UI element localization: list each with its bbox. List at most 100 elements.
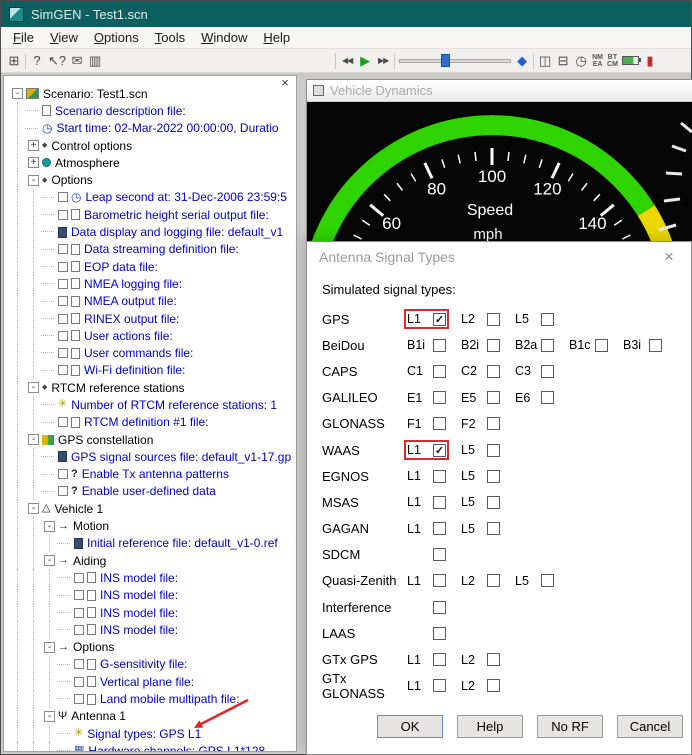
menu-tools[interactable]: Tools xyxy=(147,28,193,47)
clock-icon[interactable]: ◷ xyxy=(574,53,588,69)
rewind-icon[interactable]: ◀◀ xyxy=(340,56,354,65)
tree-item-label[interactable]: EOP data file: xyxy=(84,260,158,274)
tree-expander[interactable]: - xyxy=(28,434,39,445)
tree-item[interactable]: -→Options xyxy=(4,639,296,656)
tree-item-label[interactable]: Number of RTCM reference stations: 1 xyxy=(71,398,277,412)
tree-item[interactable]: INS model file: xyxy=(4,621,296,638)
signal-checkbox[interactable] xyxy=(487,313,500,326)
tree-item[interactable]: Data display and logging file: default_v… xyxy=(4,223,296,240)
tree-item-label[interactable]: Vertical plane file: xyxy=(100,675,194,689)
menu-options[interactable]: Options xyxy=(86,28,147,47)
signal-checkbox[interactable] xyxy=(487,391,500,404)
tree-checkbox[interactable] xyxy=(58,365,68,375)
signal-checkbox[interactable] xyxy=(487,365,500,378)
help-icon[interactable]: ? xyxy=(30,53,44,68)
tree-checkbox[interactable] xyxy=(58,244,68,254)
status-icon[interactable]: ▮ xyxy=(643,53,657,69)
tree-item-label[interactable]: Leap second at: 31-Dec-2006 23:59:5 xyxy=(85,190,286,204)
signal-checkbox[interactable] xyxy=(541,391,554,404)
signal-checkbox[interactable] xyxy=(433,496,446,509)
menu-file[interactable]: File xyxy=(5,28,42,47)
tree-item[interactable]: -→Aiding xyxy=(4,552,296,569)
tree-checkbox[interactable] xyxy=(74,694,84,704)
tree-item[interactable]: Data streaming definition file: xyxy=(4,241,296,258)
tree-expander[interactable]: + xyxy=(28,157,39,168)
tree-item[interactable]: +Atmosphere xyxy=(4,154,296,171)
tree-item-label[interactable]: Data streaming definition file: xyxy=(84,242,239,256)
signal-checkbox[interactable] xyxy=(433,365,446,378)
signal-checkbox[interactable] xyxy=(433,627,446,640)
tree-expander[interactable]: + xyxy=(28,140,39,151)
tree-item[interactable]: -→Motion xyxy=(4,517,296,534)
tree-item-label[interactable]: Scenario description file: xyxy=(55,104,186,118)
run-icon[interactable]: ▶ xyxy=(358,53,372,69)
tree-item-label[interactable]: GPS signal sources file: default_v1-17.g… xyxy=(71,450,291,464)
signal-checkbox[interactable] xyxy=(487,653,500,666)
tree-checkbox[interactable] xyxy=(74,625,84,635)
tree-item[interactable]: Initial reference file: default_v1-0.ref xyxy=(4,535,296,552)
tree-item-label[interactable]: NMEA output file: xyxy=(84,294,177,308)
tree-checkbox[interactable] xyxy=(74,677,84,687)
signal-checkbox[interactable] xyxy=(433,601,446,614)
signal-checkbox[interactable] xyxy=(433,653,446,666)
tree-item[interactable]: EOP data file: xyxy=(4,258,296,275)
vehicle-dynamics-titlebar[interactable]: Vehicle Dynamics xyxy=(307,80,692,102)
tree-item[interactable]: Wi-Fi definition file: xyxy=(4,362,296,379)
signal-checkbox[interactable] xyxy=(487,679,500,692)
tree-item[interactable]: ?Enable Tx antenna patterns xyxy=(4,466,296,483)
cancel-button[interactable]: Cancel xyxy=(617,715,683,738)
windows-icon[interactable]: ⊞ xyxy=(7,53,21,69)
tree-expander[interactable]: - xyxy=(44,711,55,722)
tree-expander[interactable]: - xyxy=(28,503,39,514)
menu-window[interactable]: Window xyxy=(193,28,255,47)
signal-checkbox[interactable] xyxy=(649,339,662,352)
signal-checkbox[interactable] xyxy=(433,548,446,561)
tree-item[interactable]: G-sensitivity file: xyxy=(4,656,296,673)
dialog-titlebar[interactable]: Antenna Signal Types × xyxy=(307,242,691,272)
tree-item-label[interactable]: Start time: 02-Mar-2022 00:00:00, Durati… xyxy=(56,121,278,135)
tree-checkbox[interactable] xyxy=(74,659,84,669)
signal-checkbox[interactable] xyxy=(487,470,500,483)
tree-checkbox[interactable] xyxy=(74,608,84,618)
tree-item[interactable]: Vertical plane file: xyxy=(4,673,296,690)
tree-item-label[interactable]: Wi-Fi definition file: xyxy=(84,363,185,377)
tree-item-label[interactable]: Land mobile multipath file: xyxy=(100,692,239,706)
tree-item-label[interactable]: Initial reference file: default_v1-0.ref xyxy=(87,536,278,550)
tree-item-label[interactable]: User actions file: xyxy=(84,329,173,343)
tree-item[interactable]: GPS signal sources file: default_v1-17.g… xyxy=(4,448,296,465)
signal-checkbox[interactable]: ✓ xyxy=(433,313,446,326)
no-rf-button[interactable]: No RF xyxy=(537,715,603,738)
tree-item[interactable]: -ΨAntenna 1 xyxy=(4,708,296,725)
tree-checkbox[interactable] xyxy=(58,279,68,289)
tree-item[interactable]: User actions file: xyxy=(4,327,296,344)
data-logging-icon[interactable]: ▥ xyxy=(88,53,102,69)
titlebar[interactable]: SimGEN - Test1.scn xyxy=(1,1,691,27)
slider-thumb[interactable] xyxy=(441,54,450,67)
tree-item[interactable]: ?Enable user-defined data xyxy=(4,483,296,500)
tree-item[interactable]: Scenario description file: xyxy=(4,102,296,119)
tree-item[interactable]: ▦Hardware channels: GPS L1*128 xyxy=(4,742,296,752)
signal-checkbox[interactable] xyxy=(595,339,608,352)
signal-checkbox[interactable] xyxy=(487,574,500,587)
signal-checkbox[interactable] xyxy=(487,522,500,535)
tree-item-label[interactable]: Enable user-defined data xyxy=(82,484,216,498)
tree-item[interactable]: +◆Control options xyxy=(4,137,296,154)
ok-button[interactable]: OK xyxy=(377,715,443,738)
signal-checkbox[interactable] xyxy=(433,679,446,692)
tree-item-label[interactable]: INS model file: xyxy=(100,606,178,620)
signal-checkbox[interactable] xyxy=(433,339,446,352)
tree-checkbox[interactable] xyxy=(58,417,68,427)
tree-item-label[interactable]: RTCM definition #1 file: xyxy=(84,415,209,429)
signal-checkbox[interactable] xyxy=(541,574,554,587)
tree-checkbox[interactable] xyxy=(74,590,84,600)
tree-expander[interactable]: - xyxy=(12,88,23,99)
tree-expander[interactable]: - xyxy=(44,642,55,653)
tree-item-label[interactable]: Signal types: GPS L1 xyxy=(87,727,201,741)
tree-item[interactable]: ✳Number of RTCM reference stations: 1 xyxy=(4,396,296,413)
tree-item[interactable]: -Scenario: Test1.scn xyxy=(4,85,296,102)
tree-item[interactable]: INS model file: xyxy=(4,587,296,604)
tree-expander[interactable]: - xyxy=(44,521,55,532)
tree-item[interactable]: ✳Signal types: GPS L1 xyxy=(4,725,296,742)
menu-help[interactable]: Help xyxy=(255,28,298,47)
tree-checkbox[interactable] xyxy=(58,486,68,496)
